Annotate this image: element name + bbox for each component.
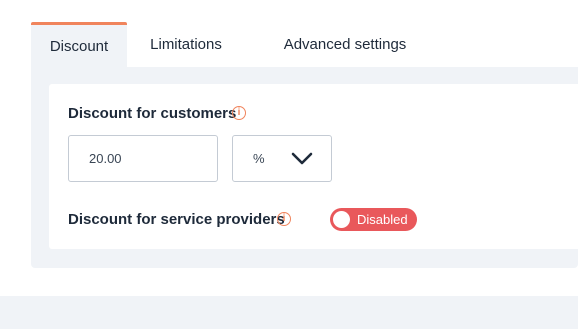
discount-providers-label: Discount for service providers [68,211,285,228]
discount-unit-value: % [253,151,265,166]
discount-customers-label: Discount for customers [68,105,237,122]
footer-band [0,296,578,329]
discount-unit-select[interactable]: % [232,135,332,182]
tab-discount[interactable]: Discount [31,22,127,67]
page: Discount Limitations Advanced settings D… [0,0,578,329]
service-providers-discount-toggle[interactable]: Disabled [330,208,417,231]
toggle-knob [333,211,350,228]
tab-limitations[interactable]: Limitations [127,22,245,67]
toggle-state-label: Disabled [357,212,408,227]
chevron-down-icon [291,152,313,165]
discount-value-input[interactable] [68,135,218,182]
info-icon[interactable]: i [232,106,246,120]
info-icon[interactable]: i [277,212,291,226]
tab-bar: Discount Limitations Advanced settings [31,22,445,67]
tab-advanced-settings[interactable]: Advanced settings [245,22,445,67]
